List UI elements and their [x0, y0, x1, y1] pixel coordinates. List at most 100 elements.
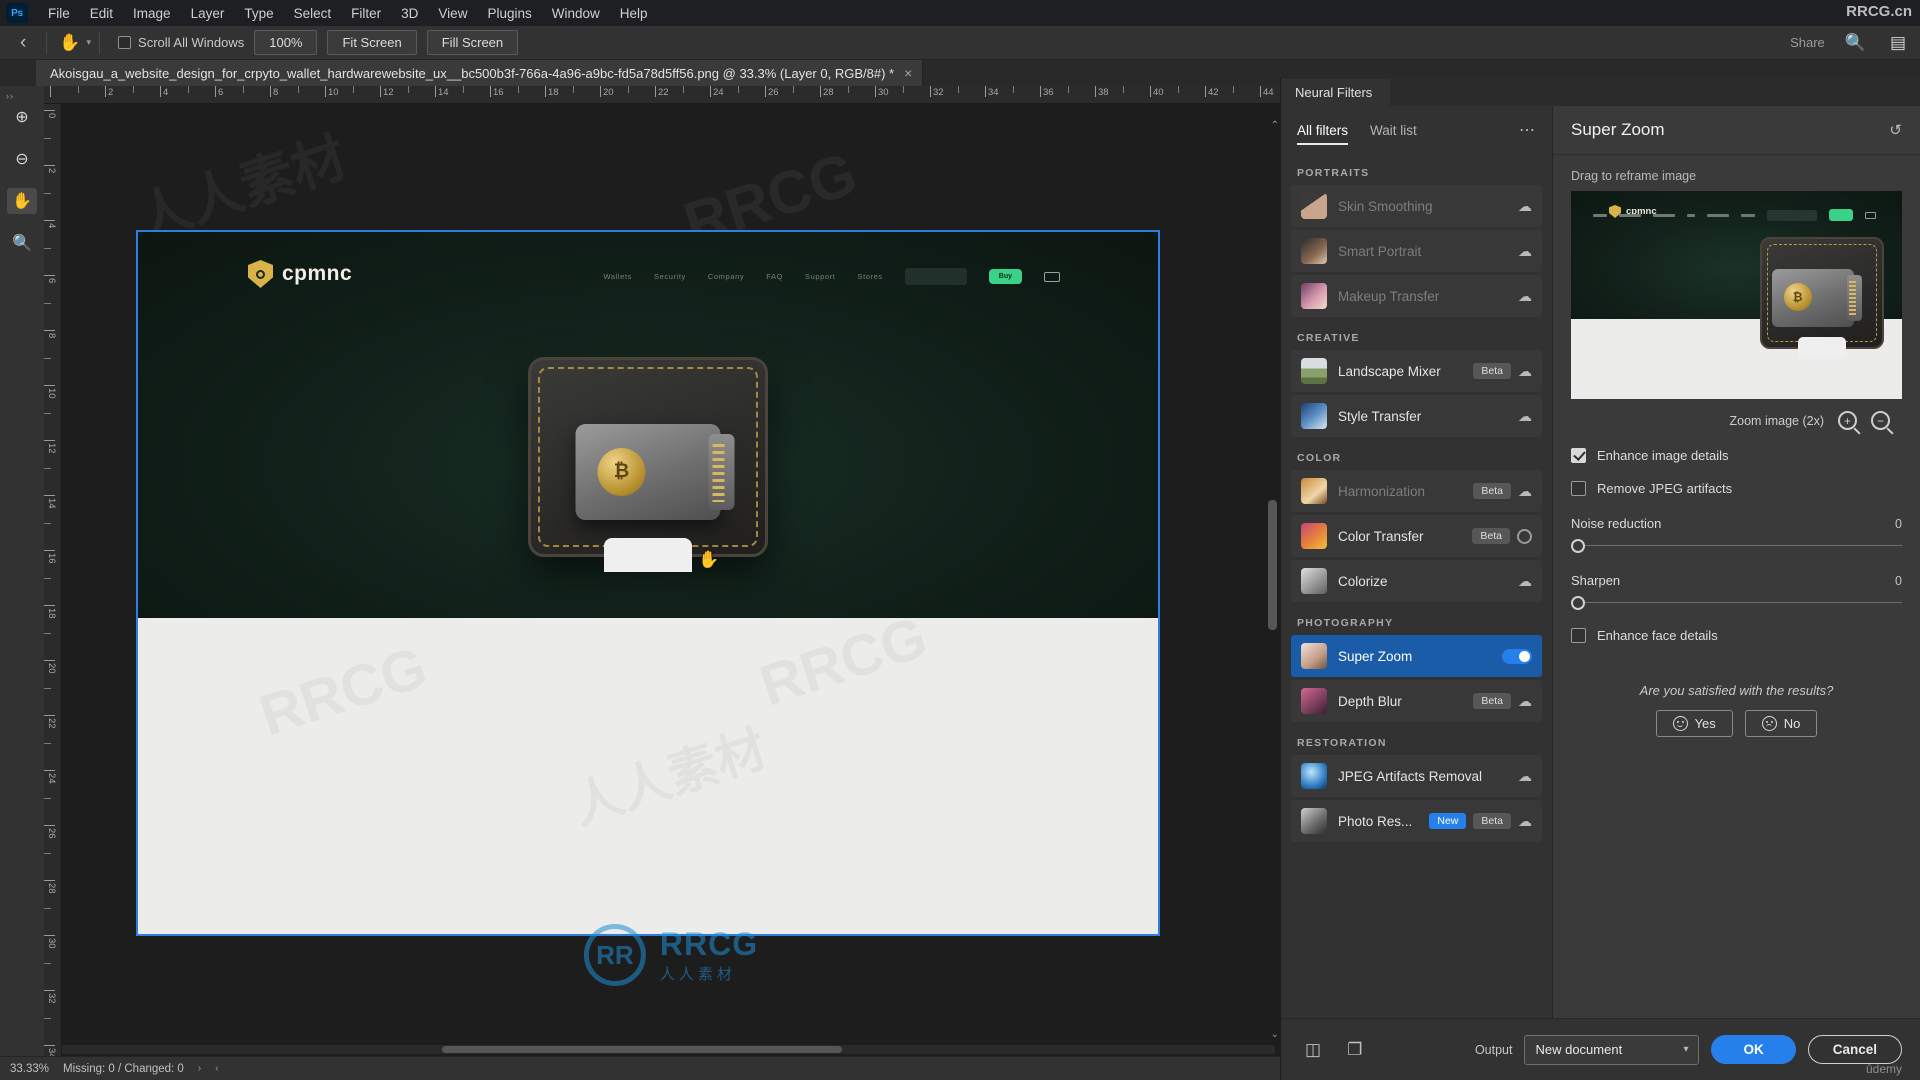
filter-row-makeup-transfer[interactable]: Makeup Transfer ☁ — [1291, 275, 1542, 317]
noise-reduction-slider[interactable]: Noise reduction 0 — [1571, 516, 1902, 553]
chevron-left-icon[interactable]: ‹ — [215, 1063, 218, 1074]
enhance-image-details-checkbox[interactable]: Enhance image details — [1571, 448, 1902, 463]
slider-track[interactable] — [1571, 539, 1902, 553]
cloud-download-icon[interactable]: ☁ — [1518, 288, 1532, 305]
cloud-download-icon[interactable]: ☁ — [1518, 573, 1532, 590]
overflow-menu-icon[interactable]: ⋯ — [1519, 120, 1536, 147]
filter-group-photography: PHOTOGRAPHY — [1297, 617, 1394, 629]
menu-3d[interactable]: 3D — [391, 3, 428, 24]
reframe-preview[interactable]: cpmnc ₿ — [1571, 191, 1902, 399]
zoom-out-tool-icon[interactable]: ⊖ — [7, 146, 37, 172]
cloud-download-icon[interactable]: ☁ — [1518, 768, 1532, 785]
menu-help[interactable]: Help — [610, 3, 658, 24]
slider-knob[interactable] — [1571, 596, 1585, 610]
tab-wait-list[interactable]: Wait list — [1370, 123, 1417, 145]
cloud-download-icon[interactable]: ☁ — [1518, 483, 1532, 500]
cloud-download-icon[interactable]: ☁ — [1518, 693, 1532, 710]
menu-file[interactable]: File — [38, 3, 80, 24]
hand-tool-icon[interactable]: ✋ — [55, 33, 84, 53]
menu-edit[interactable]: Edit — [80, 3, 123, 24]
slider-track[interactable] — [1571, 596, 1902, 610]
back-arrow-icon[interactable]: ‹ — [8, 32, 38, 54]
hand-tool-button[interactable]: ✋ — [7, 188, 37, 214]
menu-select[interactable]: Select — [284, 3, 342, 24]
split-view-icon[interactable]: ◫ — [1299, 1036, 1327, 1064]
document-tab[interactable]: Akoisgau_a_website_design_for_crpyto_wal… — [36, 60, 924, 86]
cloud-download-icon[interactable]: ☁ — [1518, 243, 1532, 260]
close-icon[interactable]: × — [904, 65, 912, 81]
horizontal-scrollbar[interactable] — [62, 1045, 1275, 1054]
filter-row-style-transfer[interactable]: Style Transfer ☁ — [1291, 395, 1542, 437]
tab-all-filters[interactable]: All filters — [1297, 123, 1349, 145]
menu-type[interactable]: Type — [234, 3, 283, 24]
output-select[interactable]: New document ▾ — [1524, 1034, 1700, 1065]
satisfaction-yes-button[interactable]: Yes — [1655, 710, 1733, 737]
menubar-right: RRCG.cn — [1846, 3, 1912, 20]
menu-bar: Ps File Edit Image Layer Type Select Filter 3D V… — [0, 0, 1920, 26]
zoom-level[interactable]: 33.33% — [10, 1063, 49, 1075]
cloud-download-icon[interactable]: ☁ — [1518, 813, 1532, 830]
vertical-scrollbar[interactable] — [1268, 500, 1277, 630]
photoshop-logo[interactable]: Ps — [6, 3, 28, 23]
filter-row-skin-smoothing[interactable]: Skin Smoothing ☁ — [1291, 185, 1542, 227]
filter-name: Depth Blur — [1338, 693, 1402, 709]
filter-name: Style Transfer — [1338, 408, 1422, 424]
chevron-down-icon[interactable]: ▾ — [87, 37, 92, 48]
filter-row-depth-blur[interactable]: Depth Blur Beta ☁ — [1291, 680, 1542, 722]
menu-plugins[interactable]: Plugins — [477, 3, 541, 24]
zoom-in-icon[interactable]: + — [1838, 411, 1857, 430]
canvas-area[interactable]: 人人素材 RRCG RRCG cpmnc Wallets Security Comp… — [62, 104, 1280, 1056]
filter-row-jpeg-artifacts-removal[interactable]: JPEG Artifacts Removal ☁ — [1291, 755, 1542, 797]
ruler-label: 38 — [1098, 87, 1109, 98]
search-icon[interactable]: 🔍 — [1841, 33, 1870, 53]
scroll-up-icon[interactable]: ⌃ — [1271, 120, 1279, 131]
enhance-face-details-checkbox[interactable]: Enhance face details — [1571, 628, 1902, 643]
cloud-download-icon[interactable]: ☁ — [1518, 198, 1532, 215]
fill-screen-button[interactable]: Fill Screen — [426, 30, 519, 55]
scroll-all-windows-checkbox[interactable]: Scroll All Windows — [118, 35, 244, 50]
filter-row-super-zoom[interactable]: Super Zoom — [1291, 635, 1542, 677]
sharpen-slider[interactable]: Sharpen 0 — [1571, 573, 1902, 610]
cancel-button[interactable]: Cancel — [1807, 1035, 1902, 1064]
filter-row-color-transfer[interactable]: Color Transfer Beta — [1291, 515, 1542, 557]
filter-row-photo-res[interactable]: Photo Res... New Beta ☁ — [1291, 800, 1542, 842]
satisfaction-no-button[interactable]: No — [1744, 710, 1818, 737]
panel-grip[interactable]: ›› — [6, 91, 14, 101]
share-button[interactable]: Share — [1790, 35, 1825, 50]
filter-row-colorize[interactable]: Colorize ☁ — [1291, 560, 1542, 602]
menu-view[interactable]: View — [428, 3, 477, 24]
filter-toggle[interactable] — [1502, 648, 1532, 664]
zoom-image-label: Zoom image (2x) — [1729, 413, 1824, 428]
fit-screen-button[interactable]: Fit Screen — [327, 30, 417, 55]
ok-button[interactable]: OK — [1711, 1035, 1796, 1064]
scroll-down-icon[interactable]: ⌄ — [1271, 1029, 1279, 1040]
remove-jpeg-artifacts-checkbox[interactable]: Remove JPEG artifacts — [1571, 481, 1902, 496]
workspace-icon[interactable]: ▤ — [1886, 33, 1910, 53]
menu-layer[interactable]: Layer — [181, 3, 235, 24]
preview-search-box — [1767, 209, 1817, 221]
neural-filters-tab[interactable]: Neural Filters — [1281, 79, 1391, 106]
ruler-label: 22 — [46, 718, 57, 729]
reset-icon[interactable]: ↺ — [1889, 121, 1902, 139]
zoom-in-tool-icon[interactable]: ⊕ — [7, 104, 37, 130]
menu-window[interactable]: Window — [542, 3, 610, 24]
zoom-out-icon[interactable]: − — [1871, 411, 1890, 430]
menu-filter[interactable]: Filter — [341, 3, 391, 24]
layers-icon[interactable]: ❐ — [1341, 1036, 1368, 1064]
filter-row-smart-portrait[interactable]: Smart Portrait ☁ — [1291, 230, 1542, 272]
chevron-right-icon[interactable]: › — [198, 1063, 201, 1074]
filter-row-harmonization[interactable]: Harmonization Beta ☁ — [1291, 470, 1542, 512]
filter-row-landscape-mixer[interactable]: Landscape Mixer Beta ☁ — [1291, 350, 1542, 392]
artboard[interactable]: cpmnc Wallets Security Company FAQ Support St… — [136, 230, 1160, 936]
slider-knob[interactable] — [1571, 539, 1585, 553]
magnify-tool-icon[interactable]: 🔍 — [7, 230, 37, 256]
cloud-download-icon[interactable]: ☁ — [1518, 408, 1532, 425]
progress-ring-icon[interactable] — [1517, 528, 1532, 544]
cloud-download-icon[interactable]: ☁ — [1518, 363, 1532, 380]
scrollbar-thumb[interactable] — [442, 1046, 842, 1053]
options-bar: ‹ ✋ ▾ Scroll All Windows 100% Fit Screen… — [0, 26, 1920, 60]
artboard-search-box — [904, 268, 967, 285]
zoom-100-button[interactable]: 100% — [254, 30, 318, 55]
neural-filters-footer: ◫ ❐ Output New document ▾ OK Cancel ûdem… — [1281, 1018, 1920, 1080]
menu-image[interactable]: Image — [123, 3, 181, 24]
